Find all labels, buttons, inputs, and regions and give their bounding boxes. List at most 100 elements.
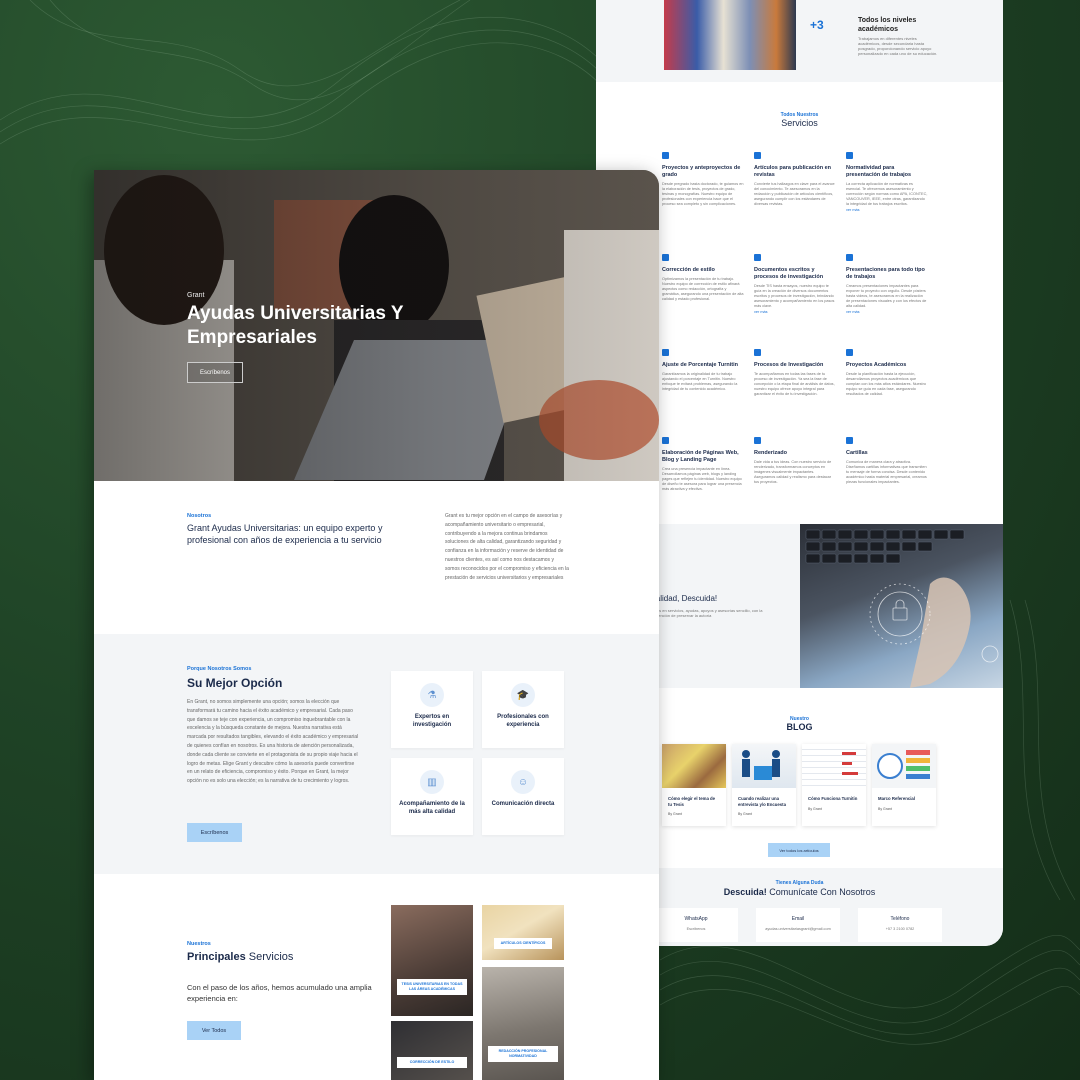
service-tile-label: TESIS UNIVERSITARIAS EN TODAS LAS ÁREAS …: [397, 979, 467, 995]
levels-title: Todos los niveles académicos: [858, 17, 917, 33]
service-item[interactable]: Ajuste de Porcentaje Turnitin Garantizam…: [662, 349, 744, 392]
service-item[interactable]: Corrección de estilo Optimizamos la pres…: [662, 254, 744, 302]
service-title: Corrección de estilo: [662, 267, 715, 273]
book-icon: [846, 437, 853, 444]
blog-card-title: Cuando realizar una entrevista y/o Encue…: [738, 796, 787, 807]
service-tile-articles[interactable]: ARTÍCULOS CIENTÍFICOS: [482, 905, 564, 960]
service-tile-writing[interactable]: REDACCIÓN PROFESIONAL NORMATIVIDAD: [482, 967, 564, 1080]
building-icon: ▥: [420, 770, 444, 794]
blog-card-image: [802, 744, 866, 788]
whatsapp-value: Escribenos: [686, 927, 706, 931]
email-label: Email: [791, 916, 805, 922]
service-more-link[interactable]: ver más: [754, 310, 836, 314]
team-icon: ☺: [511, 770, 535, 794]
service-text: Dale vida a tus ideas. Con nuestro servi…: [754, 460, 832, 484]
blog-card-image: [732, 744, 796, 788]
blog-card-author: By Grant: [668, 812, 682, 816]
service-text: Comunica de manera clara y atractiva. Di…: [846, 460, 927, 484]
contact-card-whatsapp[interactable]: WhatsApp Escribenos: [654, 908, 738, 942]
view-all-articles-button[interactable]: Ver todos los artículos: [768, 843, 830, 857]
about-title: Grant Ayudas Universitarias: un equipo e…: [187, 523, 383, 545]
main-services-title-rest: Servicios: [245, 951, 294, 963]
service-text: Convierte tus hallazgos en clave para el…: [754, 182, 835, 206]
service-text: Crea una presencia impactante en línea. …: [662, 467, 742, 491]
book-icon: [846, 152, 853, 159]
front-page: Grant Ayudas Universitarias Y Empresaria…: [94, 170, 659, 1080]
service-item[interactable]: Proyectos Académicos Desde la planificac…: [846, 349, 928, 397]
service-item[interactable]: Presentaciones para todo tipo de trabajo…: [846, 254, 928, 314]
book-icon: [754, 152, 761, 159]
whatsapp-label: WhatsApp: [684, 916, 708, 922]
services-heading: Todos Nuestros Servicios: [596, 112, 1003, 128]
service-text: Desde pregrado hasta doctorado, te guiam…: [662, 182, 744, 206]
feature-card: ⚗ Expertos en investigación: [391, 671, 473, 748]
service-item[interactable]: Renderizado Dale vida a tus ideas. Con n…: [754, 437, 836, 485]
students-photo: [664, 0, 796, 70]
main-services-section: Nuestros Principales Servicios Con el pa…: [94, 874, 659, 1080]
service-item[interactable]: Artículos para publicación en revistas C…: [754, 152, 836, 207]
service-title: Cartillas: [846, 450, 868, 456]
service-item[interactable]: Cartillas Comunica de manera clara y atr…: [846, 437, 928, 485]
hero-section: Grant Ayudas Universitarias Y Empresaria…: [94, 170, 659, 481]
book-icon: [754, 254, 761, 261]
service-title: Artículos para publicación en revistas: [754, 165, 832, 178]
laptop-keyboard-image: [800, 524, 1003, 688]
service-title: Procesos de Investigación: [754, 362, 824, 368]
email-value: ayudas.universitariasgrant@gmail.com: [765, 927, 831, 931]
service-tile-style[interactable]: CORRECCIÓN DE ESTILO: [391, 1021, 473, 1080]
why-contact-button[interactable]: Escríbenos: [187, 823, 242, 842]
service-title: Proyectos y anteproyectos de grado: [662, 165, 741, 178]
main-services-kicker: Nuestros: [187, 941, 211, 947]
hero-brand: Grant: [187, 292, 205, 299]
feature-label: Profesionales con experiencia: [497, 714, 549, 728]
service-more-link[interactable]: ver más: [846, 208, 928, 212]
main-services-title: Principales Servicios: [187, 951, 293, 963]
why-kicker: Porque Nosotros Somos: [187, 666, 252, 672]
book-icon: [754, 349, 761, 356]
contact-card-phone[interactable]: Teléfono +57 3 2100 0782: [858, 908, 942, 942]
service-text: Te acompañamos en todas las fases de tu …: [754, 372, 835, 396]
contact-card-email[interactable]: Email ayudas.universitariasgrant@gmail.c…: [756, 908, 840, 942]
service-tile-thesis[interactable]: TESIS UNIVERSITARIAS EN TODAS LAS ÁREAS …: [391, 905, 473, 1016]
blog-card[interactable]: Cuando realizar una entrevista y/o Encue…: [732, 744, 796, 826]
phone-label: Teléfono: [890, 916, 910, 922]
blog-card-title: Cómo Funciona Turnitin: [808, 796, 858, 801]
main-services-text: Con el paso de los años, hemos acumulado…: [187, 983, 372, 1003]
feature-label: Expertos en investigación: [412, 714, 452, 728]
book-icon: [846, 254, 853, 261]
feature-label: Comunicación directa: [491, 801, 555, 807]
service-item[interactable]: Procesos de Investigación Te acompañamos…: [754, 349, 836, 397]
why-title: Su Mejor Opción: [187, 676, 283, 690]
book-icon: [846, 349, 853, 356]
blog-card[interactable]: Cómo Funciona Turnitin By Grant: [802, 744, 866, 826]
service-more-link[interactable]: ver más: [846, 310, 928, 314]
blog-card-author: By Grant: [808, 806, 822, 811]
why-text: En Grant, no somos simplemente una opció…: [187, 699, 359, 785]
service-item[interactable]: Proyectos y anteproyectos de grado Desde…: [662, 152, 744, 207]
service-text: La correcta aplicación de normativas es …: [846, 182, 928, 206]
feature-card: ▥ Acompañamiento de la más alta calidad: [391, 758, 473, 835]
book-icon: [662, 254, 669, 261]
service-title: Documentos escritos y procesos de invest…: [754, 267, 824, 280]
book-icon: [662, 349, 669, 356]
hero-contact-button[interactable]: Escríbenos: [187, 362, 243, 383]
service-text: Creamos presentaciones impactantes para …: [846, 284, 927, 308]
blog-card-image: [872, 744, 936, 788]
confidentiality-text: ivos en servicios, ayudas, apoyos y ases…: [654, 608, 763, 618]
blog-card[interactable]: Cómo elegir el tema de tu Tesis By Grant: [662, 744, 726, 826]
blog-card-title: Marco Referencial: [878, 796, 916, 801]
service-text: Desde TIS hasta ensayos, nuestro equipo …: [754, 284, 835, 308]
feature-card: ☺ Comunicación directa: [482, 758, 564, 835]
book-icon: [754, 437, 761, 444]
service-item[interactable]: Elaboración de Páginas Web, Blog y Landi…: [662, 437, 744, 492]
view-all-button[interactable]: Ver Todos: [187, 1021, 241, 1040]
services-title: Servicios: [781, 118, 818, 128]
service-item[interactable]: Normatividad para presentación de trabaj…: [846, 152, 928, 212]
service-item[interactable]: Documentos escritos y procesos de invest…: [754, 254, 836, 314]
levels-section: +3 Todos los niveles académicos Trabajam…: [596, 0, 1003, 82]
microscope-icon: ⚗: [420, 683, 444, 707]
graduate-icon: 🎓: [511, 683, 535, 707]
blog-card[interactable]: Marco Referencial By Grant: [872, 744, 936, 826]
levels-count: +3: [810, 18, 824, 32]
about-kicker: Nosotros: [187, 513, 212, 519]
